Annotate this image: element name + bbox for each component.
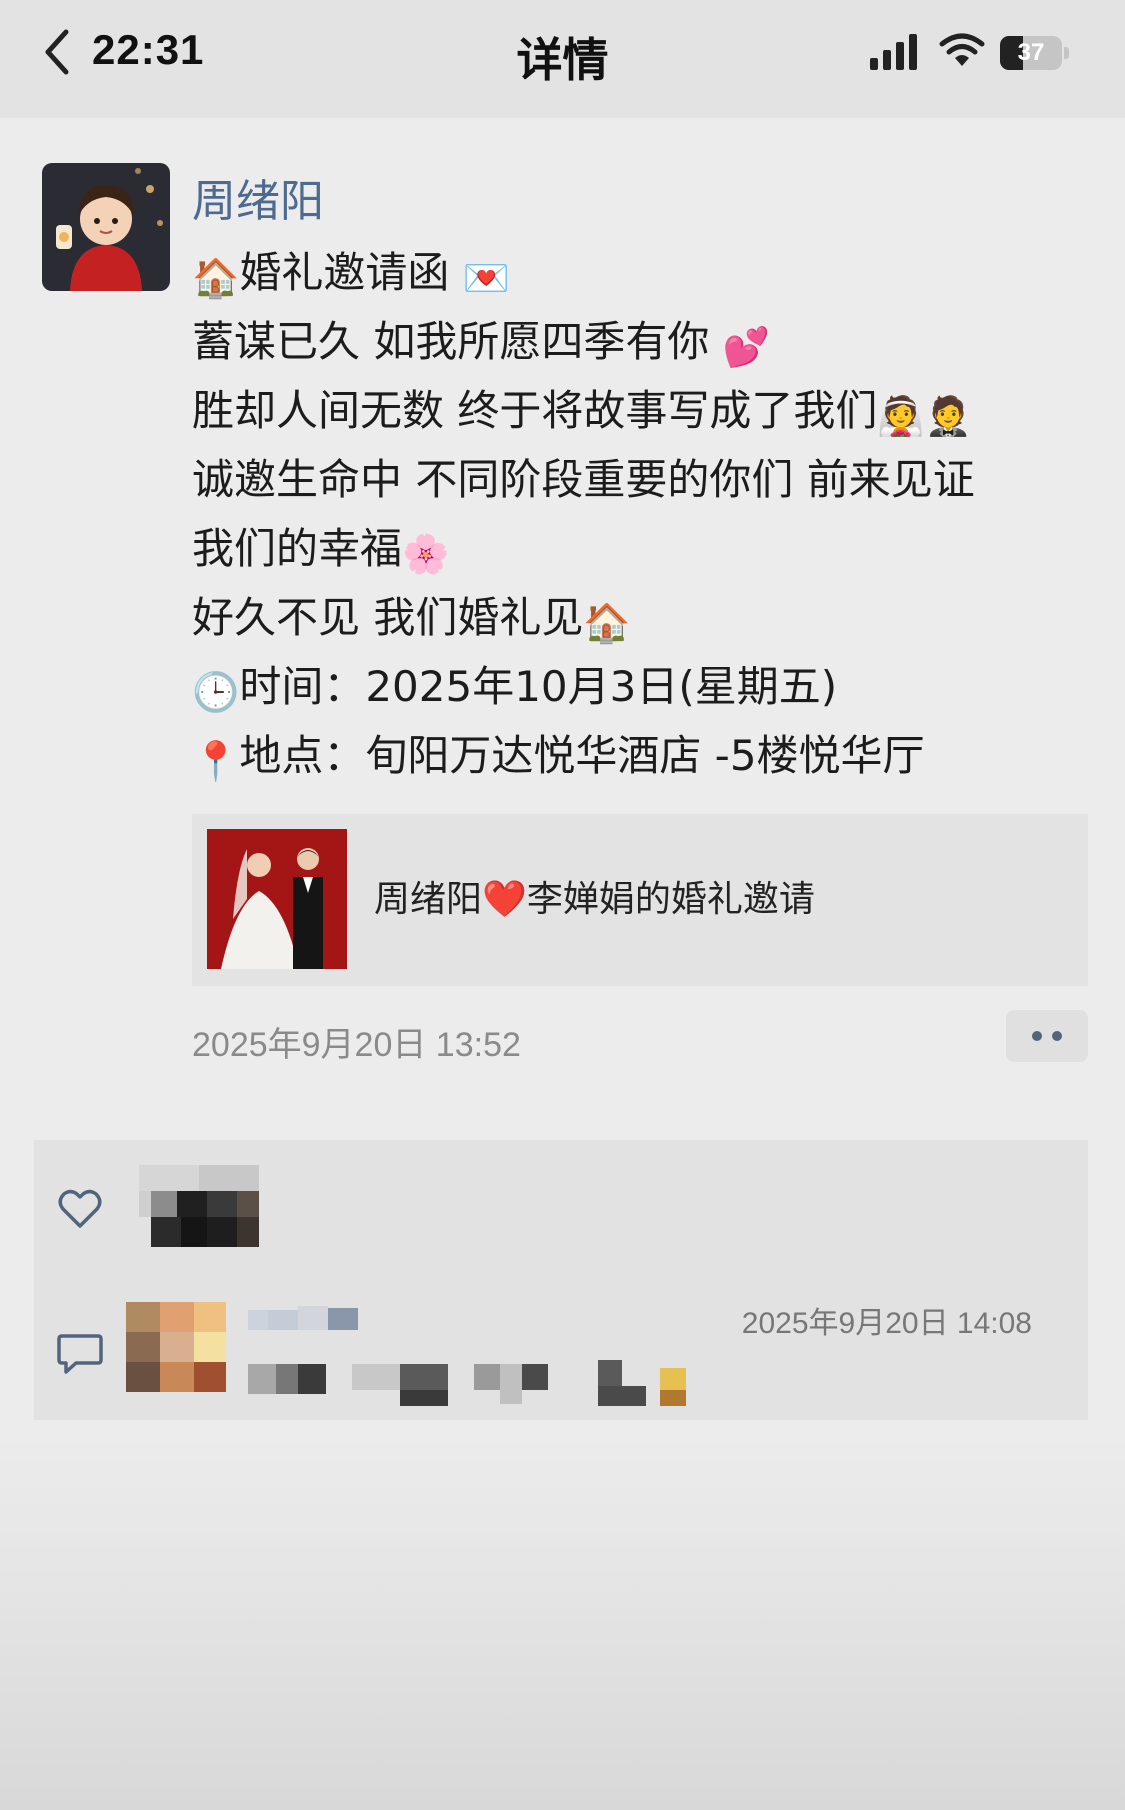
battery-tip (1064, 47, 1069, 59)
location-pin-emoji: 📍 (192, 739, 240, 783)
house-emoji: 🏠 (583, 601, 631, 645)
two-hearts-emoji: 💕 (722, 325, 771, 369)
comment-text-blurred (248, 1354, 808, 1406)
post-line-text: 诚邀生命中 不同阶段重要的你们 前来见证 (192, 455, 975, 504)
post-line: 我们的幸福🌸 (192, 514, 1092, 583)
post-line: 好久不见 我们婚礼见🏠 (192, 583, 1092, 652)
post-line-text: 胜却人间无数 终于将故事写成了我们 (192, 386, 878, 435)
post-line: 蓄谋已久 如我所愿四季有你 💕 (192, 307, 1092, 376)
wedding-invitation-link-card[interactable]: 周绪阳❤️李婵娟的婚礼邀请 (192, 814, 1088, 986)
cherry-blossom-emoji: 🌸 (402, 532, 450, 576)
cellular-signal-icon (870, 34, 922, 70)
house-emoji: 🏠 (192, 256, 240, 300)
post-line: 诚邀生命中 不同阶段重要的你们 前来见证 (192, 445, 1092, 514)
post-line: 胜却人间无数 终于将故事写成了我们👰🤵 (192, 376, 1092, 445)
post-line: 🕒时间：2025年10月3日(星期五) (192, 652, 1092, 721)
love-letter-emoji: 💌 (462, 256, 511, 300)
post-content: 🏠婚礼邀请函 💌 蓄谋已久 如我所愿四季有你 💕 胜却人间无数 终于将故事写成了… (192, 238, 1092, 790)
commenter-avatar-blurred[interactable] (126, 1302, 226, 1392)
comment-timestamp: 2025年9月20日 14:08 (741, 1307, 1032, 1340)
link-thumbnail (207, 829, 347, 969)
post-line-text: 蓄谋已久 如我所愿四季有你 (192, 317, 723, 366)
link-title: 周绪阳❤️李婵娟的婚礼邀请 (374, 814, 815, 986)
battery-body: 37 (1000, 36, 1062, 70)
wifi-icon (938, 30, 986, 70)
author-avatar[interactable] (42, 163, 170, 291)
post-timestamp: 2025年9月20日 13:52 (192, 1026, 521, 1064)
bride-groom-emoji: 👰🤵 (877, 394, 972, 438)
battery-level: 37 (1017, 39, 1045, 66)
post-line-location: 地点：旬阳万达悦华酒店 -5楼悦华厅 (239, 731, 925, 780)
post-line-time: 时间：2025年10月3日(星期五) (239, 662, 838, 711)
heart-outline-icon (58, 1188, 102, 1230)
author-name[interactable]: 周绪阳 (192, 165, 324, 229)
battery-icon: 37 (1000, 36, 1072, 70)
likes-comments-panel: 2025年9月20日 14:08 (34, 1140, 1088, 1420)
link-title-groom: 周绪阳 (374, 879, 483, 920)
post-line: 🏠婚礼邀请函 💌 (192, 238, 1092, 307)
liker-avatar-blurred[interactable] (139, 1165, 259, 1267)
commenter-name-blurred[interactable] (248, 1302, 378, 1336)
clock-emoji: 🕒 (192, 670, 240, 714)
link-title-bride: 李婵娟的婚礼邀请 (526, 879, 815, 920)
post-line-text: 我们的幸福 (192, 524, 403, 573)
post-line-text: 婚礼邀请函 (239, 248, 463, 297)
red-heart-emoji: ❤️ (482, 879, 527, 920)
more-actions-button[interactable] (1006, 1010, 1088, 1062)
comment-bubble-icon (56, 1332, 104, 1376)
post-line: 📍地点：旬阳万达悦华酒店 -5楼悦华厅 (192, 721, 1092, 790)
status-bar: 22:31 详情 37 (0, 0, 1125, 118)
post-line-text: 好久不见 我们婚礼见 (192, 593, 584, 642)
